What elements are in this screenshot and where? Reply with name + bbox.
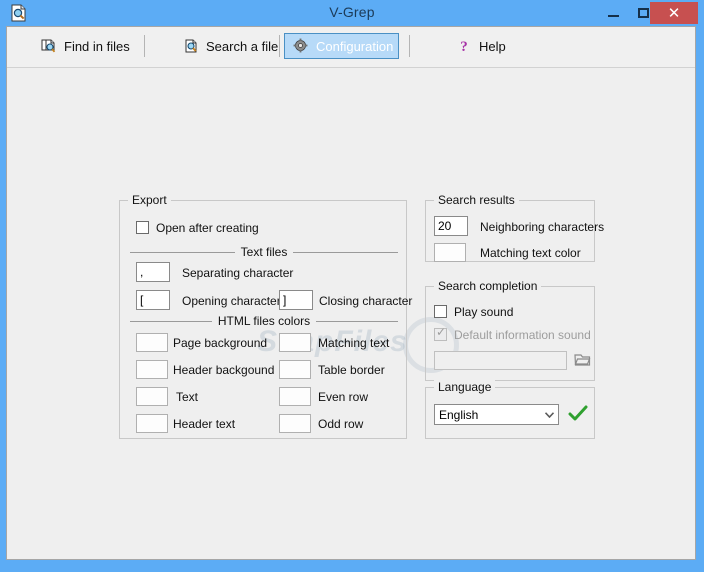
play-sound-label: Play sound	[454, 305, 514, 319]
browse-sound-file-button[interactable]	[574, 351, 592, 370]
toolbar-separator-2	[279, 35, 280, 57]
html-files-colors-section-label: HTML files colors	[217, 314, 311, 328]
application-window: V-Grep ✕ Find in files Search a file Con…	[0, 0, 704, 572]
even-row-label: Even row	[318, 390, 369, 404]
minimize-icon	[607, 15, 619, 17]
search-results-groupbox: Search results 20 Neighboring characters…	[425, 193, 604, 262]
opening-character-input[interactable]: [	[136, 290, 170, 310]
find-in-files-icon	[41, 38, 57, 54]
sound-file-input	[434, 351, 567, 370]
search-completion-group-title: Search completion	[434, 279, 542, 293]
open-after-creating-checkbox[interactable]	[136, 221, 149, 234]
closing-character-input[interactable]: ]	[279, 290, 313, 310]
toolbar-item-label: Search a file	[206, 38, 279, 54]
table-border-color-swatch[interactable]	[279, 360, 311, 379]
toolbar-item-configuration[interactable]: Configuration	[284, 33, 399, 59]
rule-right	[293, 251, 398, 253]
text-files-section-label: Text files	[240, 245, 288, 259]
closing-character-label: Closing character	[319, 294, 413, 308]
language-groupbox: Language English	[425, 380, 595, 439]
toolbar-item-help[interactable]: ? Help	[448, 33, 514, 59]
odd-row-color-swatch[interactable]	[279, 414, 311, 433]
toolbar-item-label: Configuration	[316, 38, 394, 54]
html-files-colors-section: HTML files colors	[130, 314, 398, 328]
chevron-down-icon	[541, 411, 558, 418]
text-color-swatch[interactable]	[136, 387, 168, 406]
toolbar: Find in files Search a file Configuratio…	[7, 27, 695, 68]
open-after-creating-label: Open after creating	[156, 221, 259, 235]
search-matching-text-color-swatch[interactable]	[434, 243, 466, 262]
header-background-color-swatch[interactable]	[136, 360, 168, 379]
apply-language-button[interactable]	[568, 405, 588, 423]
matching-text-color-swatch[interactable]	[279, 333, 311, 352]
header-text-label: Header text	[173, 417, 236, 431]
play-sound-checkbox[interactable]	[434, 305, 447, 318]
text-color-label: Text	[176, 390, 199, 404]
search-matching-text-color-label: Matching text color	[480, 246, 581, 260]
page-background-label: Page background	[173, 336, 268, 350]
rule-right	[316, 320, 398, 322]
table-border-label: Table border	[318, 363, 385, 377]
even-row-color-swatch[interactable]	[279, 387, 311, 406]
client-area: Find in files Search a file Configuratio…	[6, 26, 696, 560]
opening-character-label: Opening character	[182, 294, 281, 308]
gear-icon	[293, 38, 309, 54]
separating-character-input[interactable]: ,	[136, 262, 170, 282]
search-a-file-icon	[183, 38, 199, 54]
matching-text-label: Matching text	[318, 336, 390, 350]
toolbar-item-find-in-files[interactable]: Find in files	[33, 33, 138, 59]
page-background-color-swatch[interactable]	[136, 333, 168, 352]
search-completion-groupbox: Search completion Play sound ✓ Default i…	[425, 279, 595, 381]
title-bar: V-Grep ✕	[0, 0, 704, 26]
header-background-label: Header backgound	[173, 363, 275, 377]
header-text-color-swatch[interactable]	[136, 414, 168, 433]
maximize-icon	[637, 8, 649, 18]
language-select[interactable]: English	[434, 404, 559, 425]
neighboring-characters-label: Neighboring characters	[480, 220, 605, 234]
search-results-group-title: Search results	[434, 193, 519, 207]
close-icon: ✕	[667, 4, 681, 22]
separating-character-label: Separating character	[182, 266, 294, 280]
language-selected-value: English	[439, 407, 479, 422]
odd-row-label: Odd row	[318, 417, 364, 431]
rule-left	[130, 251, 235, 253]
toolbar-separator-1	[144, 35, 145, 57]
toolbar-item-label: Help	[479, 38, 506, 54]
export-group-title: Export	[128, 193, 171, 207]
question-mark-icon: ?	[456, 38, 472, 55]
toolbar-item-search-a-file[interactable]: Search a file	[175, 33, 286, 59]
svg-text:?: ?	[460, 39, 468, 54]
check-icon: ✓	[436, 325, 447, 339]
close-button[interactable]: ✕	[650, 2, 698, 24]
export-groupbox: Export Open after creating Text files , …	[119, 193, 412, 439]
text-files-section: Text files	[130, 245, 398, 259]
toolbar-item-label: Find in files	[64, 38, 130, 54]
minimize-button[interactable]	[598, 0, 628, 26]
toolbar-separator-3	[409, 35, 410, 57]
default-information-sound-checkbox: ✓	[434, 325, 447, 341]
rule-left	[130, 320, 212, 322]
language-group-title: Language	[434, 380, 496, 394]
default-information-sound-label: Default information sound	[454, 328, 591, 342]
neighboring-characters-input[interactable]: 20	[434, 216, 468, 236]
